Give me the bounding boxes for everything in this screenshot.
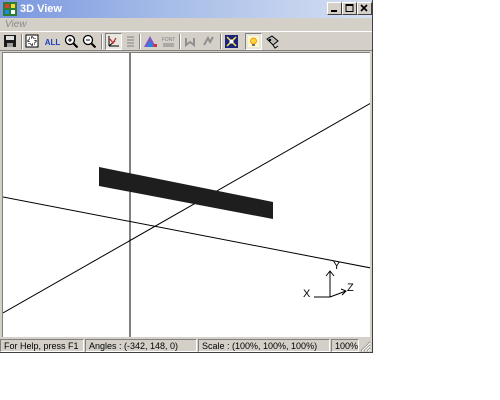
color-scale-icon: [144, 36, 157, 47]
axis-orientation-indicator: Y X Z: [303, 260, 354, 300]
font-icon: FONT: [162, 37, 176, 47]
undo-icon: [185, 38, 195, 47]
axis-label-z: Z: [347, 282, 354, 294]
minimize-button[interactable]: [327, 2, 342, 15]
horizontal-axis-line: [3, 196, 370, 269]
menu-bar: View: [0, 18, 372, 31]
zoom-all-button[interactable]: ALL: [44, 33, 61, 50]
3d-object-box[interactable]: [99, 167, 273, 219]
close-button[interactable]: [357, 2, 372, 15]
toolbar-separator: [220, 34, 222, 49]
save-button[interactable]: [2, 33, 19, 50]
zoom-all-icon: ALL: [45, 38, 61, 47]
toolbar-separator: [139, 34, 141, 49]
redo-icon: [203, 35, 214, 46]
svg-text:FONT: FONT: [162, 37, 176, 43]
menu-view[interactable]: View: [5, 18, 27, 31]
axes-button[interactable]: [105, 33, 122, 50]
zoom-out-button[interactable]: [81, 33, 98, 50]
list-icon: [127, 36, 134, 47]
maximize-button[interactable]: [342, 2, 357, 15]
toolbar-separator: [101, 34, 103, 49]
color-scale-button[interactable]: [142, 33, 159, 50]
status-angles: Angles : (-342, 148, 0): [85, 339, 197, 352]
3d-view-window: 3D View View ALL FONT Y X Z For Help, pr…: [0, 0, 373, 353]
toolbar-separator: [179, 34, 181, 49]
resize-grip-icon[interactable]: [360, 341, 371, 352]
app-icon: [3, 2, 17, 16]
toolbar: ALL FONT: [0, 31, 372, 51]
font-button[interactable]: FONT: [160, 33, 177, 50]
zoom-out-icon: [82, 34, 97, 49]
toolbar-separator: [21, 34, 23, 49]
undo-button[interactable]: [182, 33, 199, 50]
fit-view-icon: [225, 35, 238, 48]
save-icon: [4, 35, 16, 47]
list-button[interactable]: [122, 33, 139, 50]
svg-text:ALL: ALL: [45, 38, 61, 47]
maximize-icon: [345, 4, 354, 12]
axis-label-y: Y: [333, 260, 341, 272]
light-icon: [248, 36, 259, 47]
fit-view-button[interactable]: [223, 33, 240, 50]
status-zoom: 100%: [331, 339, 359, 352]
axes-icon: [108, 36, 119, 47]
zoom-region-icon: [25, 34, 39, 48]
zoom-in-button[interactable]: [63, 33, 80, 50]
zoom-in-icon: [64, 34, 79, 49]
title-bar[interactable]: 3D View: [0, 0, 372, 18]
zoom-region-button[interactable]: [24, 33, 41, 50]
window-title: 3D View: [20, 3, 62, 15]
status-help-text: For Help, press F1: [0, 339, 84, 352]
light-button[interactable]: [245, 33, 262, 50]
render-icon: [266, 35, 279, 49]
minimize-icon: [331, 10, 337, 12]
redo-button[interactable]: [200, 33, 217, 50]
3d-viewport[interactable]: Y X Z: [2, 52, 370, 337]
status-scale: Scale : (100%, 100%, 100%): [198, 339, 330, 352]
close-icon: [360, 4, 368, 12]
render-button[interactable]: [264, 33, 281, 50]
status-bar: For Help, press F1 Angles : (-342, 148, …: [0, 339, 372, 353]
axis-label-x: X: [303, 288, 311, 300]
